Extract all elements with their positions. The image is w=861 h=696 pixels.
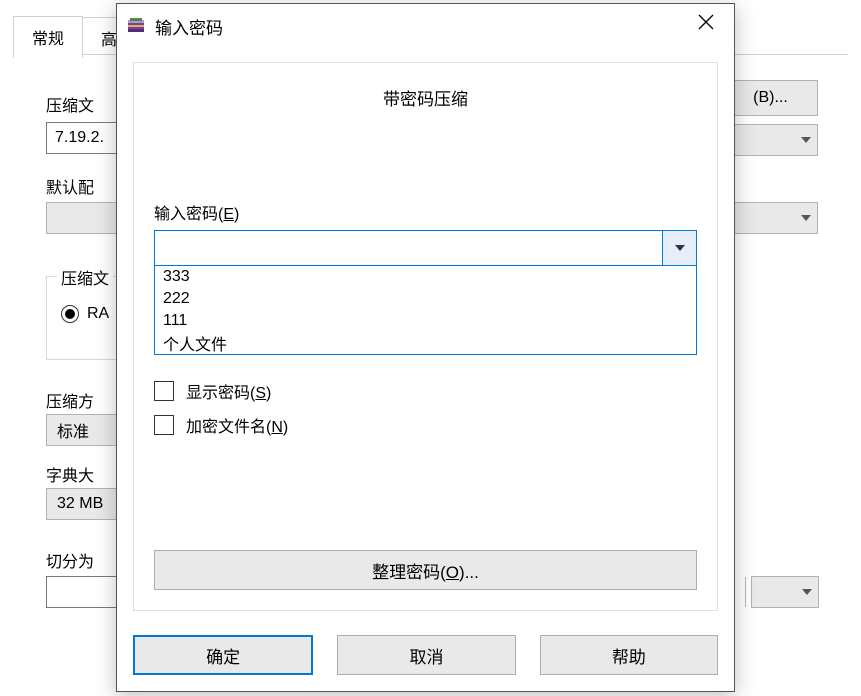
password-option[interactable]: 个人文件 (155, 332, 696, 354)
label-default-profile: 默认配 (46, 174, 94, 198)
checkbox-show-password-label: 显示密码(S) (186, 379, 271, 403)
help-button[interactable]: 帮助 (540, 635, 718, 675)
radio-rar-label: RA (87, 305, 109, 323)
combo-dict-value: 32 MB (57, 495, 103, 513)
close-icon (698, 14, 714, 35)
tab-general[interactable]: 常规 (13, 16, 83, 58)
chevron-down-icon (801, 137, 811, 143)
password-option[interactable]: 222 (155, 288, 696, 310)
checkbox-box-icon (154, 415, 174, 435)
browse-button[interactable]: (B)... (723, 80, 818, 116)
radio-rar[interactable]: RA (61, 305, 109, 323)
combo-method-value: 标准 (57, 418, 89, 442)
dialog-titlebar: 输入密码 (117, 4, 734, 48)
archive-name-combo-tail[interactable] (723, 124, 818, 156)
checkbox-box-icon (154, 381, 174, 401)
close-button[interactable] (678, 4, 734, 44)
checkbox-encrypt-filenames-label: 加密文件名(N) (186, 413, 288, 437)
password-dropdown-button[interactable] (662, 231, 696, 265)
label-method: 压缩方 (46, 388, 94, 412)
password-label: 输入密码(E) (154, 200, 697, 224)
combo-dict[interactable]: 32 MB (46, 488, 126, 520)
password-combobox (154, 230, 697, 266)
dialog-footer: 确定 取消 帮助 (133, 635, 718, 675)
field-split[interactable] (46, 576, 126, 608)
field-archive-name[interactable]: 7.19.2. (46, 122, 126, 154)
password-dropdown-list: 333 222 111 个人文件 (154, 266, 697, 355)
dialog-heading: 带密码压缩 (134, 85, 717, 110)
default-profile-combo[interactable] (46, 202, 126, 234)
group-archive-format-title: 压缩文 (57, 265, 113, 289)
combo-method[interactable]: 标准 (46, 414, 126, 446)
cancel-button[interactable]: 取消 (337, 635, 515, 675)
dialog-body: 带密码压缩 输入密码(E) 333 222 111 个人文件 显示密码(S) (133, 62, 718, 611)
default-profile-combo-tail[interactable] (723, 202, 818, 234)
label-dict: 字典大 (46, 462, 94, 486)
organize-passwords-button[interactable]: 整理密码(O)... (154, 550, 697, 590)
radio-dot-icon (61, 305, 79, 323)
chevron-down-icon (801, 215, 811, 221)
combo-split-tail[interactable] (751, 576, 819, 608)
chevron-down-icon (675, 245, 685, 251)
label-split: 切分为 (46, 548, 94, 572)
combo-split-divider (745, 577, 805, 607)
dialog-title: 输入密码 (155, 14, 223, 39)
checkbox-show-password[interactable]: 显示密码(S) (154, 379, 717, 403)
password-dialog: 输入密码 带密码压缩 输入密码(E) 333 222 111 个人文件 (116, 3, 735, 692)
checkbox-encrypt-filenames[interactable]: 加密文件名(N) (154, 413, 717, 437)
organize-passwords-label: 整理密码(O)... (372, 558, 479, 583)
winrar-icon (127, 17, 145, 35)
password-input[interactable] (155, 231, 662, 265)
password-option[interactable]: 333 (155, 266, 696, 288)
ok-button[interactable]: 确定 (133, 635, 313, 675)
password-option[interactable]: 111 (155, 310, 696, 332)
chevron-down-icon (802, 589, 812, 595)
password-section: 输入密码(E) 333 222 111 个人文件 (154, 200, 697, 355)
label-archive-name: 压缩文 (46, 92, 94, 116)
